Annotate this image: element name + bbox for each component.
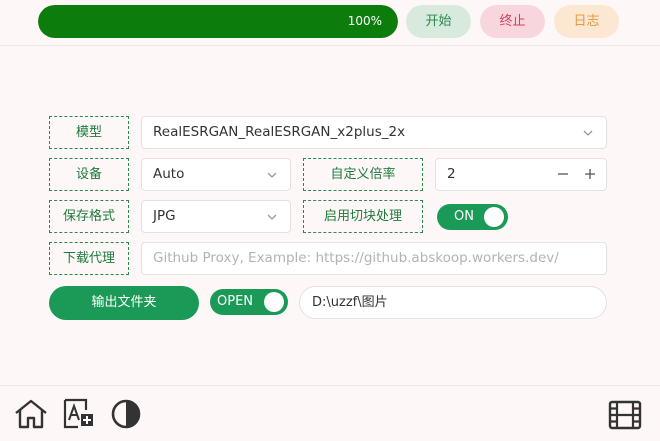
- chevron-down-icon: [267, 214, 277, 220]
- model-select-value: RealESRGAN_RealESRGAN_x2plus_2x: [153, 124, 406, 140]
- bottom-bar: [0, 385, 660, 441]
- custom-scale-value: 2: [447, 166, 456, 182]
- chevron-down-icon: [583, 130, 593, 136]
- toggle-knob: [264, 292, 284, 312]
- open-toggle-text: OPEN: [217, 294, 254, 309]
- output-path-value: D:\uzzf\图片: [312, 295, 388, 310]
- film-icon[interactable]: [608, 400, 642, 430]
- format-select-value: JPG: [153, 208, 176, 224]
- device-select-value: Auto: [153, 166, 185, 182]
- progress-bar: 100%: [38, 5, 398, 38]
- open-toggle[interactable]: OPEN: [210, 289, 288, 315]
- scale-stepper: [557, 159, 596, 190]
- device-select[interactable]: Auto: [141, 158, 291, 191]
- tiling-label: 启用切块处理: [303, 200, 423, 233]
- progress-text: 100%: [347, 14, 382, 28]
- progress-fill: [38, 5, 398, 38]
- proxy-label: 下载代理: [49, 242, 129, 275]
- chevron-down-icon: [267, 172, 277, 178]
- device-label: 设备: [49, 158, 129, 191]
- format-label: 保存格式: [49, 200, 129, 233]
- tiling-toggle[interactable]: ON: [437, 204, 508, 230]
- format-select[interactable]: JPG: [141, 200, 291, 233]
- plus-icon[interactable]: [584, 168, 596, 180]
- model-select[interactable]: RealESRGAN_RealESRGAN_x2plus_2x: [141, 116, 607, 149]
- custom-scale-label: 自定义倍率: [303, 158, 423, 191]
- proxy-placeholder: Github Proxy, Example: https://github.ab…: [153, 250, 559, 266]
- toggle-knob: [484, 207, 504, 227]
- log-button[interactable]: 日志: [554, 5, 619, 38]
- top-bar: 100% 开始 终止 日志: [0, 0, 660, 46]
- output-path-input[interactable]: D:\uzzf\图片: [299, 286, 607, 319]
- font-icon[interactable]: [62, 398, 96, 430]
- stop-button[interactable]: 终止: [480, 5, 545, 38]
- model-label: 模型: [49, 116, 129, 149]
- tiling-toggle-text: ON: [454, 209, 474, 224]
- start-button[interactable]: 开始: [406, 5, 471, 38]
- proxy-input[interactable]: Github Proxy, Example: https://github.ab…: [141, 242, 607, 275]
- home-icon[interactable]: [14, 398, 48, 430]
- custom-scale-input[interactable]: 2: [435, 158, 607, 191]
- output-folder-button[interactable]: 输出文件夹: [49, 286, 199, 320]
- contrast-icon[interactable]: [110, 398, 144, 430]
- minus-icon[interactable]: [557, 168, 569, 180]
